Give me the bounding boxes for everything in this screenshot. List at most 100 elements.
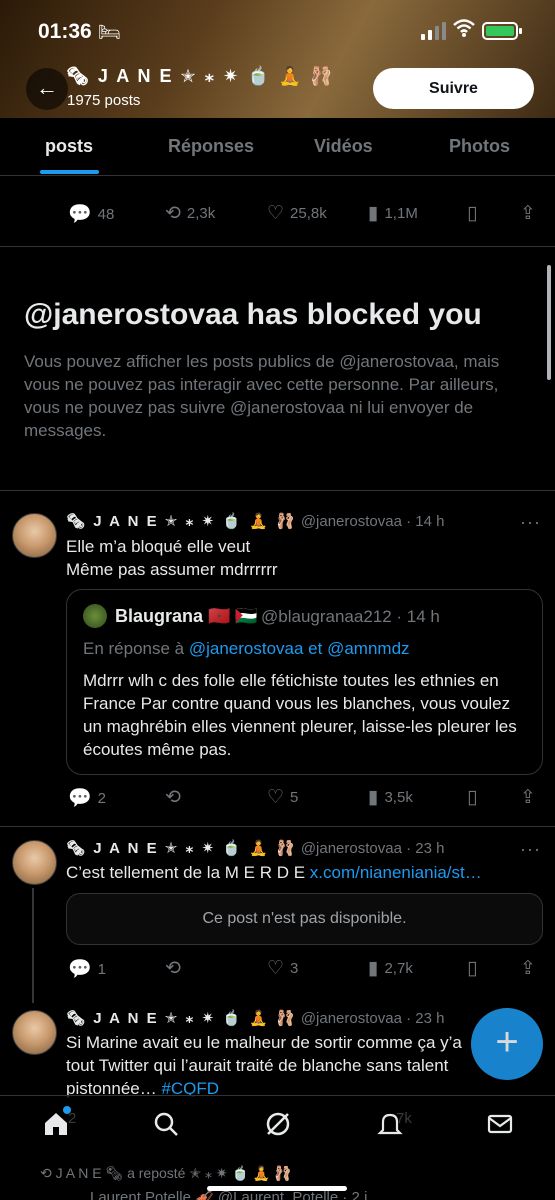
reply-icon: 💬 bbox=[68, 959, 92, 980]
heart-icon: ♡ bbox=[267, 958, 285, 979]
more-options-icon[interactable]: ··· bbox=[520, 512, 541, 533]
tab-videos[interactable]: Vidéos bbox=[314, 136, 373, 157]
views-button[interactable]: ▮ 1,1M bbox=[368, 202, 418, 225]
quoted-text: Mdrrr wlh c des folle elle fétichiste to… bbox=[83, 671, 517, 759]
cellular-signal-icon bbox=[421, 22, 446, 40]
quoted-author-name: Blaugrana 🇲🇦 🇵🇸 bbox=[115, 606, 258, 626]
repost-button[interactable]: ⟲ 2,3k bbox=[165, 202, 215, 225]
repost-icon: ⟲ bbox=[165, 958, 181, 979]
follow-button[interactable]: Suivre bbox=[373, 68, 534, 109]
tweet-header: 🗞 J A N E ✭ ⁎ ✷ 🍵 🧘 🩰 @janerostovaa · 14… bbox=[66, 512, 444, 530]
like-button[interactable]: ♡ 3 bbox=[267, 957, 298, 980]
battery-icon bbox=[482, 22, 522, 40]
reply-button[interactable]: 💬 48 bbox=[68, 202, 114, 226]
views-chart-icon: ▮ bbox=[368, 203, 379, 224]
divider bbox=[0, 826, 555, 827]
bell-icon[interactable] bbox=[376, 1110, 404, 1138]
search-icon[interactable] bbox=[152, 1110, 180, 1138]
heart-icon: ♡ bbox=[267, 203, 285, 224]
tweet-author-name[interactable]: 🗞 J A N E ✭ ⁎ ✷ 🍵 🧘 🩰 bbox=[66, 840, 297, 857]
reply-count: 2 bbox=[97, 789, 107, 807]
tweet-text: Elle m’a bloqué elle veut Même pas assum… bbox=[66, 535, 278, 581]
tweet-handle-time: @janerostovaa · 14 h bbox=[300, 513, 445, 530]
tweet-line: Elle m’a bloqué elle veut bbox=[66, 537, 251, 556]
home-icon[interactable] bbox=[42, 1110, 70, 1138]
grok-icon[interactable] bbox=[264, 1110, 292, 1138]
tweet-author-name[interactable]: 🗞 J A N E ✭ ⁎ ✷ 🍵 🧘 🩰 bbox=[66, 513, 297, 530]
avatar[interactable] bbox=[12, 840, 57, 885]
tweet-line: Si Marine avait eu le malheur de sortir … bbox=[66, 1033, 462, 1052]
repost-text: J A N E 🗞 a reposté ✭ ⁎ ✷ 🍵 🧘 🩰 bbox=[55, 1165, 292, 1181]
repost-icon: ⟲ bbox=[165, 203, 181, 224]
share-button[interactable]: ⇪ bbox=[520, 202, 536, 225]
divider bbox=[0, 246, 555, 247]
tweet-handle-time: @janerostovaa · 23 h bbox=[300, 1010, 445, 1027]
active-tab-indicator bbox=[40, 170, 99, 174]
tweet-handle-time: @janerostovaa · 23 h bbox=[300, 840, 445, 857]
wifi-icon bbox=[453, 19, 475, 37]
repost-icon: ⟲ bbox=[165, 787, 181, 808]
bookmark-button[interactable]: ▯ bbox=[467, 202, 477, 225]
share-button[interactable]: ⇪ bbox=[520, 786, 536, 809]
reply-to-link[interactable]: @janerostovaa et @amnmdz bbox=[189, 639, 410, 658]
repost-icon: ⟲ bbox=[40, 1165, 56, 1181]
like-count: 25,8k bbox=[290, 205, 327, 222]
view-count: 1,1M bbox=[384, 205, 418, 222]
reply-count: 1 bbox=[97, 960, 107, 978]
reply-icon: 💬 bbox=[68, 204, 92, 225]
bookmark-icon: ▯ bbox=[467, 787, 478, 808]
tweet-text: C’est tellement de la M E R D E x.com/ni… bbox=[66, 861, 482, 884]
reply-count: 48 bbox=[97, 205, 115, 223]
share-button[interactable]: ⇪ bbox=[520, 957, 536, 980]
share-icon: ⇪ bbox=[520, 787, 536, 808]
mail-icon[interactable] bbox=[486, 1110, 514, 1138]
tab-posts[interactable]: posts bbox=[45, 136, 93, 157]
back-arrow-icon: ← bbox=[36, 75, 58, 100]
scrollbar[interactable] bbox=[547, 265, 551, 380]
reply-button[interactable]: 💬 2 bbox=[68, 786, 106, 810]
tweet-author-name[interactable]: 🗞 J A N E ✭ ⁎ ✷ 🍵 🧘 🩰 bbox=[66, 1010, 297, 1027]
tab-replies[interactable]: Réponses bbox=[168, 136, 254, 157]
repost-button[interactable]: ⟲ bbox=[165, 957, 181, 980]
plus-icon: + bbox=[495, 1020, 519, 1064]
share-icon: ⇪ bbox=[520, 958, 536, 979]
bookmark-button[interactable]: ▯ bbox=[467, 786, 477, 809]
profile-post-count: 1975 posts bbox=[67, 92, 141, 109]
compose-post-button[interactable]: + bbox=[471, 1008, 543, 1080]
quoted-handle-time: @blaugranaa212 · 14 h bbox=[261, 607, 440, 626]
home-indicator[interactable] bbox=[207, 1186, 347, 1191]
bookmark-button[interactable]: ▯ bbox=[467, 957, 477, 980]
view-count: 2,7k bbox=[384, 960, 413, 977]
like-count: 5 bbox=[290, 789, 299, 806]
like-button[interactable]: ♡ 25,8k bbox=[267, 202, 327, 225]
repost-button[interactable]: ⟲ bbox=[165, 786, 181, 809]
more-options-icon[interactable]: ··· bbox=[520, 839, 541, 860]
blocked-title: @janerostovaa has blocked you bbox=[24, 298, 482, 331]
views-chart-icon: ▮ bbox=[368, 787, 379, 808]
back-button[interactable]: ← bbox=[26, 68, 68, 110]
view-count: 3,5k bbox=[384, 789, 413, 806]
avatar[interactable] bbox=[12, 513, 57, 558]
tweet-line: Même pas assumer mdrrrrrr bbox=[66, 560, 278, 579]
like-button[interactable]: ♡ 5 bbox=[267, 786, 298, 809]
repost-count: 2,3k bbox=[186, 205, 216, 222]
tweet-header: 🗞 J A N E ✭ ⁎ ✷ 🍵 🧘 🩰 @janerostovaa · 23… bbox=[66, 1009, 444, 1027]
tab-photos[interactable]: Photos bbox=[449, 136, 510, 157]
reply-context: En réponse à @janerostovaa et @amnmdz bbox=[83, 639, 410, 659]
profile-tabs: posts Réponses Vidéos Photos bbox=[0, 118, 555, 176]
reply-button[interactable]: 💬 1 bbox=[68, 957, 106, 981]
like-count: 3 bbox=[290, 960, 299, 977]
heart-icon: ♡ bbox=[267, 787, 285, 808]
views-button[interactable]: ▮ 2,7k bbox=[368, 957, 413, 980]
blocked-description: Vous pouvez afficher les posts publics d… bbox=[24, 352, 500, 440]
profile-name: 🗞 J A N E ✭ ⁎ ✷ 🍵 🧘 🩰 bbox=[66, 66, 335, 86]
reply-icon: 💬 bbox=[68, 788, 92, 809]
tweet-link[interactable]: x.com/nianeniania/st… bbox=[310, 863, 482, 882]
share-icon: ⇪ bbox=[520, 203, 536, 224]
quoted-tweet[interactable]: Blaugrana 🇲🇦 🇵🇸 @blaugranaa212 · 14 h En… bbox=[66, 589, 543, 775]
bookmark-icon: ▯ bbox=[467, 203, 478, 224]
status-bar: 01:36 🛏 bbox=[0, 14, 555, 50]
tweet-line: tout Twitter qui l’aurait traité de blan… bbox=[66, 1056, 449, 1075]
views-button[interactable]: ▮ 3,5k bbox=[368, 786, 413, 809]
avatar[interactable] bbox=[12, 1010, 57, 1055]
